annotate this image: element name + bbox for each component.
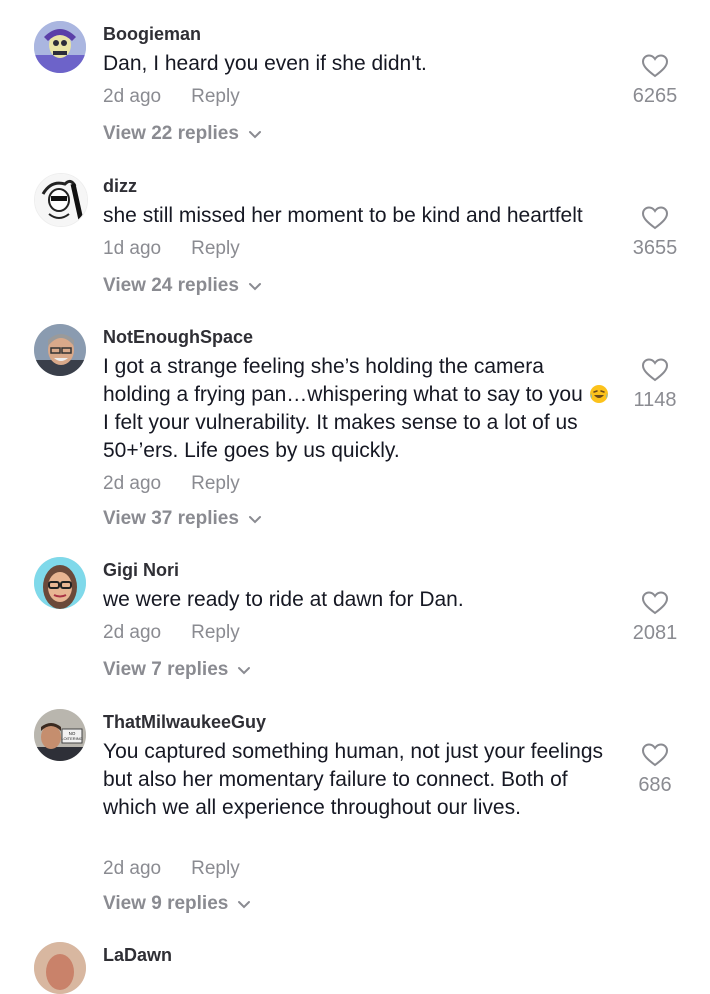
like-count: 3655 <box>632 237 678 259</box>
chevron-down-icon <box>248 516 261 524</box>
view-replies-label: View 24 replies <box>103 275 239 296</box>
chevron-down-icon <box>238 901 251 909</box>
like-button[interactable]: 6265 <box>620 53 690 108</box>
comment-meta: 2d ago Reply <box>103 86 240 108</box>
photo-avatar-image: NO LOITERING <box>34 709 86 761</box>
like-count: 2081 <box>632 622 678 644</box>
chevron-down-icon <box>248 283 261 291</box>
heart-outline-icon <box>641 54 669 78</box>
view-replies-button[interactable]: View 37 replies <box>103 508 262 530</box>
comment-meta: 2d ago Reply <box>103 473 240 495</box>
comment-time: 2d ago <box>103 473 162 494</box>
reply-button[interactable]: Reply <box>191 86 240 107</box>
comment-username[interactable]: dizz <box>103 176 137 197</box>
chevron-down-icon <box>238 667 251 675</box>
like-button[interactable]: 2081 <box>620 590 690 645</box>
like-button[interactable]: 686 <box>620 742 690 797</box>
like-button[interactable]: 1148 <box>620 357 690 412</box>
like-count: 1148 <box>633 389 677 411</box>
view-replies-label: View 7 replies <box>103 659 229 680</box>
comment-meta: 2d ago Reply <box>103 858 240 880</box>
heart-outline-icon <box>641 358 669 382</box>
comment-text: Dan, I heard you even if she didn't. <box>103 52 427 75</box>
reply-button[interactable]: Reply <box>191 238 240 259</box>
view-replies-button[interactable]: View 24 replies <box>103 275 262 297</box>
heart-outline-icon <box>641 743 669 767</box>
view-replies-label: View 9 replies <box>103 893 229 914</box>
comment-text: I got a strange feeling she’s holding th… <box>103 353 615 465</box>
avatar[interactable] <box>34 942 86 994</box>
comment-time: 2d ago <box>103 86 162 107</box>
avatar[interactable] <box>34 557 86 609</box>
comment-text: she still missed her moment to be kind a… <box>103 204 583 227</box>
reply-button[interactable]: Reply <box>191 473 240 494</box>
laughing-emoji-icon <box>589 385 608 403</box>
sketch-avatar-image <box>35 174 87 226</box>
heart-outline-icon <box>641 591 669 615</box>
comment-meta: 1d ago Reply <box>103 238 240 260</box>
chevron-down-icon <box>248 131 261 139</box>
cartoon-avatar-image <box>34 557 86 609</box>
comment-text: we were ready to ride at dawn for Dan. <box>103 588 464 611</box>
reply-button[interactable]: Reply <box>191 622 240 643</box>
view-replies-button[interactable]: View 9 replies <box>103 893 251 915</box>
view-replies-button[interactable]: View 22 replies <box>103 123 262 145</box>
avatar[interactable] <box>34 173 88 227</box>
avatar[interactable] <box>34 324 86 376</box>
like-button[interactable]: 3655 <box>620 205 690 260</box>
photo-avatar-image <box>34 324 86 376</box>
comment-time: 2d ago <box>103 622 162 643</box>
comment-username[interactable]: ThatMilwaukeeGuy <box>103 712 266 733</box>
photo-avatar-image <box>34 942 86 994</box>
comment-text-part: I got a strange feeling she’s holding th… <box>103 355 583 406</box>
view-replies-label: View 37 replies <box>103 508 239 529</box>
reply-button[interactable]: Reply <box>191 858 240 879</box>
comment-time: 1d ago <box>103 238 162 259</box>
comment-text-part: I felt your vulnerability. It makes sens… <box>103 411 578 462</box>
view-replies-button[interactable]: View 7 replies <box>103 659 251 681</box>
comment-username[interactable]: NotEnoughSpace <box>103 327 253 348</box>
svg-text:LOITERING: LOITERING <box>61 736 83 741</box>
avatar[interactable] <box>34 21 86 73</box>
comment-username[interactable]: Gigi Nori <box>103 560 179 581</box>
view-replies-label: View 22 replies <box>103 123 239 144</box>
heart-outline-icon <box>641 206 669 230</box>
comment-username[interactable]: LaDawn <box>103 945 172 966</box>
avatar[interactable]: NO LOITERING <box>34 709 86 761</box>
skeleton-avatar-image <box>34 21 86 73</box>
comment-text: You captured something human, not just y… <box>103 740 604 819</box>
comment-meta: 2d ago Reply <box>103 622 240 644</box>
like-count: 686 <box>638 774 672 796</box>
comment-time: 2d ago <box>103 858 162 879</box>
comment-username[interactable]: Boogieman <box>103 24 201 45</box>
like-count: 6265 <box>632 85 678 107</box>
